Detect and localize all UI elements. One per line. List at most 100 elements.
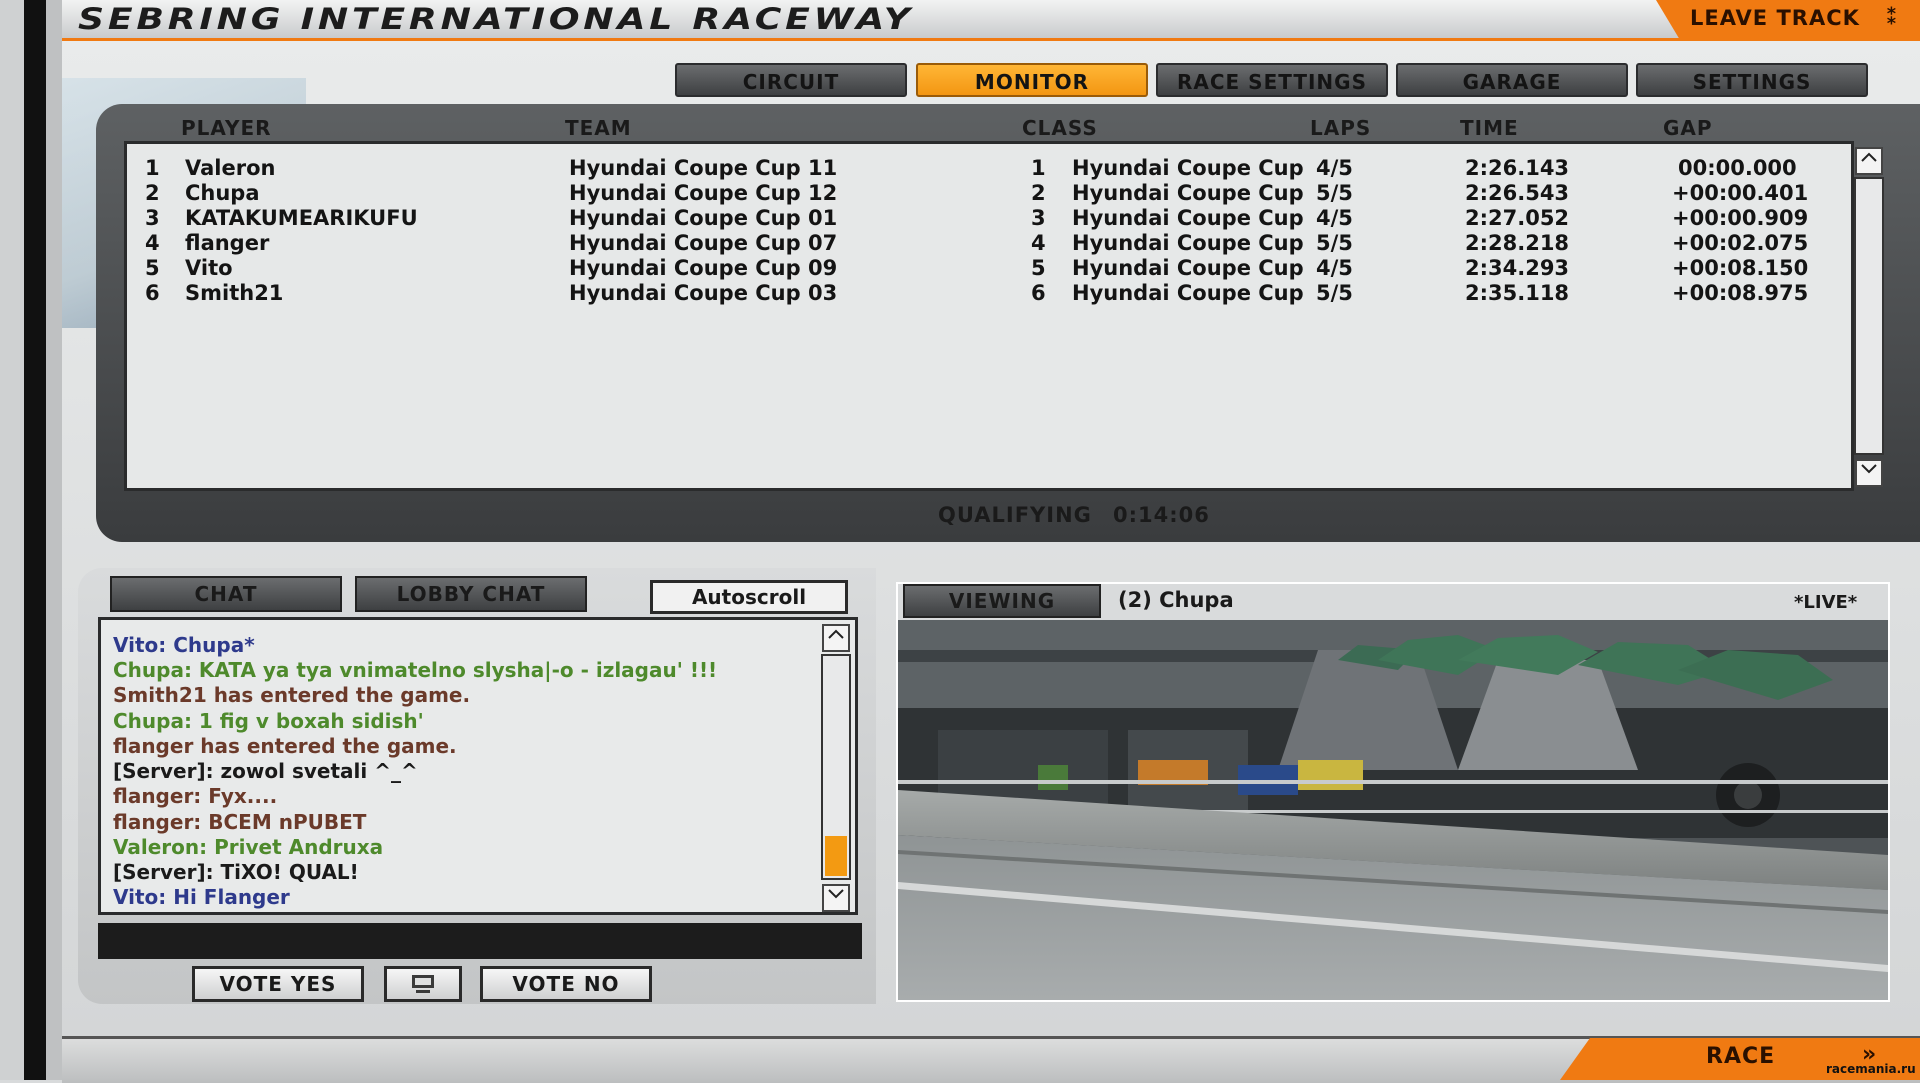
laps: 4/5 (1316, 256, 1353, 280)
player-name: Vito (185, 256, 233, 280)
chat-message: Chupa: 1 fig v boxah sidish' (113, 709, 424, 733)
standings-scrollbar[interactable] (1854, 177, 1884, 455)
lap-time: 2:26.143 (1465, 156, 1570, 180)
team-name: Hyundai Coupe Cup 03 (569, 281, 838, 305)
pit-lane-scene (898, 620, 1888, 1000)
viewing-button[interactable]: VIEWING (903, 584, 1101, 618)
team-name: Hyundai Coupe Cup 01 (569, 206, 838, 230)
chat-message: flanger: Fyx.... (113, 784, 278, 808)
lap-time: 2:27.052 (1465, 206, 1570, 230)
track-title: SEBRING INTERNATIONAL RACEWAY (78, 2, 914, 36)
chat-message: flanger: BCEM nPUBET (113, 810, 367, 834)
position: 3 (145, 206, 160, 230)
viewing-target: (2) Chupa (1118, 588, 1234, 612)
header-gap[interactable]: GAP (1663, 116, 1713, 140)
left-edge-strip (0, 0, 62, 1080)
table-row[interactable]: 2 Chupa Hyundai Coupe Cup 12 2 Hyundai C… (127, 181, 1827, 206)
player-name: Chupa (185, 181, 260, 205)
player-name: Valeron (185, 156, 276, 180)
table-row[interactable]: 1 Valeron Hyundai Coupe Cup 11 1 Hyundai… (127, 156, 1827, 181)
header-class[interactable]: CLASS (1022, 116, 1098, 140)
chat-scroll-up-button[interactable] (822, 624, 850, 652)
vote-no-button[interactable]: VOTE NO (480, 966, 652, 1002)
gap: +00:00.909 (1672, 206, 1809, 230)
laps: 5/5 (1316, 231, 1353, 255)
vote-yes-button[interactable]: VOTE YES (192, 966, 364, 1002)
chat-input[interactable] (98, 923, 862, 959)
watermark: racemania.ru (1826, 1062, 1916, 1076)
gap: 00:00.000 (1678, 156, 1797, 180)
header-laps[interactable]: LAPS (1310, 116, 1371, 140)
header-team[interactable]: TEAM (565, 116, 632, 140)
lobby-chat-tab[interactable]: LOBBY CHAT (355, 576, 587, 612)
header-player[interactable]: PLAYER (181, 116, 272, 140)
standings-list: 1 Valeron Hyundai Coupe Cup 11 1 Hyundai… (124, 141, 1854, 491)
chat-message: Vito: Chupa* (113, 633, 255, 657)
chat-log: Vito: Chupa* Chupa: KATA ya tya vnimatel… (98, 617, 858, 915)
chat-scroll-down-button[interactable] (822, 884, 850, 912)
tab-garage[interactable]: GARAGE (1396, 63, 1628, 97)
position: 4 (145, 231, 160, 255)
table-row[interactable]: 6 Smith21 Hyundai Coupe Cup 03 6 Hyundai… (127, 281, 1827, 306)
lap-time: 2:35.118 (1465, 281, 1570, 305)
scroll-up-button[interactable] (1855, 147, 1883, 175)
chat-message: Smith21 has entered the game. (113, 683, 471, 707)
session-label: QUALIFYING (938, 503, 1092, 527)
chevron-down-icon (828, 889, 844, 899)
laps: 5/5 (1316, 281, 1353, 305)
class-name: Hyundai Coupe Cup (1072, 256, 1304, 280)
tab-race-settings[interactable]: RACE SETTINGS (1156, 63, 1388, 97)
lap-time: 2:26.543 (1465, 181, 1570, 205)
class-position: 2 (1031, 181, 1046, 205)
laps: 5/5 (1316, 181, 1353, 205)
position: 6 (145, 281, 160, 305)
chat-scroll-thumb[interactable] (825, 836, 847, 876)
table-row[interactable]: 3 KATAKUMEARIKUFU Hyundai Coupe Cup 01 3… (127, 206, 1827, 231)
class-position: 1 (1031, 156, 1046, 180)
chat-message: [Server]: TiXO! QUAL! (113, 860, 359, 884)
tab-settings[interactable]: SETTINGS (1636, 63, 1868, 97)
session-time: 0:14:06 (1113, 503, 1210, 527)
table-row[interactable]: 5 Vito Hyundai Coupe Cup 09 5 Hyundai Co… (127, 256, 1827, 281)
leave-track-label[interactable]: LEAVE TRACK (1690, 6, 1860, 30)
position: 1 (145, 156, 160, 180)
gap: +00:08.975 (1672, 281, 1809, 305)
class-name: Hyundai Coupe Cup (1072, 156, 1304, 180)
chevron-up-icon (1861, 152, 1877, 162)
laps: 4/5 (1316, 206, 1353, 230)
table-row[interactable]: 4 flanger Hyundai Coupe Cup 07 4 Hyundai… (127, 231, 1827, 256)
chat-message: Chupa: KATA ya tya vnimatelno slysha|-o … (113, 658, 718, 682)
chat-message: Valeron: Privet Andruxa (113, 835, 384, 859)
position: 2 (145, 181, 160, 205)
scroll-down-button[interactable] (1855, 459, 1883, 487)
class-name: Hyundai Coupe Cup (1072, 231, 1304, 255)
tab-monitor[interactable]: MONITOR (916, 63, 1148, 97)
autoscroll-button[interactable]: Autoscroll (650, 580, 848, 614)
chevron-up-icon (828, 629, 844, 639)
chevron-down-icon (1861, 464, 1877, 474)
gap: +00:00.401 (1672, 181, 1809, 205)
position: 5 (145, 256, 160, 280)
vote-screen-button[interactable] (384, 966, 462, 1002)
class-position: 4 (1031, 231, 1046, 255)
laps: 4/5 (1316, 156, 1353, 180)
header-time[interactable]: TIME (1460, 116, 1519, 140)
team-name: Hyundai Coupe Cup 12 (569, 181, 838, 205)
lap-time: 2:28.218 (1465, 231, 1570, 255)
tab-circuit[interactable]: CIRCUIT (675, 63, 907, 97)
live-indicator: *LIVE* (1794, 592, 1858, 613)
team-name: Hyundai Coupe Cup 09 (569, 256, 838, 280)
player-name: flanger (185, 231, 270, 255)
race-label[interactable]: RACE (1706, 1044, 1775, 1069)
chat-tab[interactable]: CHAT (110, 576, 342, 612)
class-name: Hyundai Coupe Cup (1072, 281, 1304, 305)
team-name: Hyundai Coupe Cup 11 (569, 156, 838, 180)
lap-time: 2:34.293 (1465, 256, 1570, 280)
checkered-flag-icon[interactable]: ⁑ (1886, 5, 1898, 30)
player-name: Smith21 (185, 281, 284, 305)
gap: +00:08.150 (1672, 256, 1809, 280)
live-camera-view[interactable] (898, 620, 1888, 1000)
team-name: Hyundai Coupe Cup 07 (569, 231, 838, 255)
chat-message: [Server]: zowol svetali ^_^ (113, 759, 418, 783)
chat-scrollbar[interactable] (821, 654, 851, 880)
